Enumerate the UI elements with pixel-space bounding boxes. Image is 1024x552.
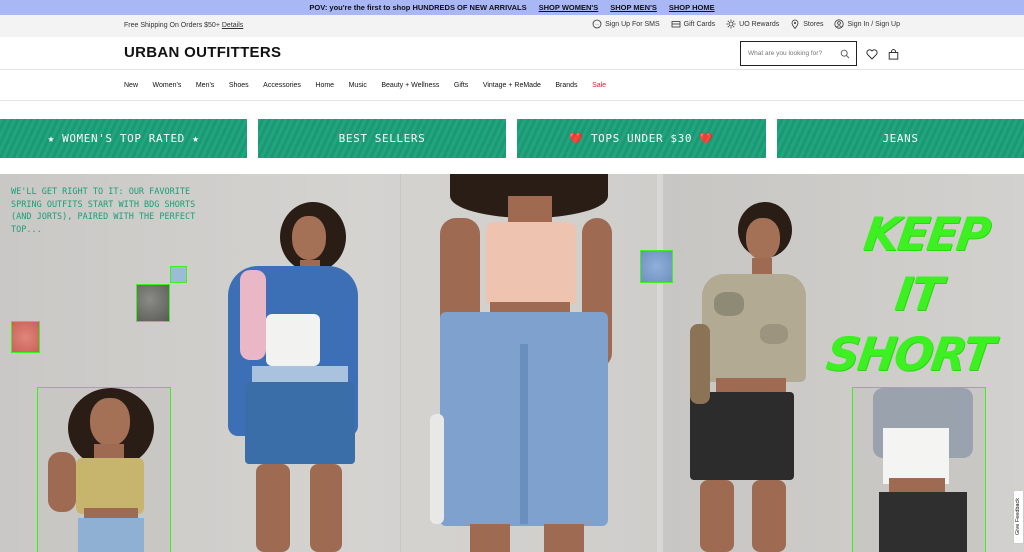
- nav-item-sale[interactable]: Sale: [592, 82, 606, 89]
- nav-item-new[interactable]: New: [124, 82, 138, 89]
- search-icon[interactable]: [840, 49, 850, 61]
- nav-item-home[interactable]: Home: [315, 82, 334, 89]
- swatch-denim: [640, 250, 673, 283]
- inset-image-right[interactable]: [852, 387, 986, 552]
- nav-item-brands[interactable]: Brands: [555, 82, 577, 89]
- shop-womens-link[interactable]: SHOP WOMEN'S: [539, 3, 599, 12]
- gift-cards-link[interactable]: Gift Cards: [671, 19, 715, 29]
- stores-link[interactable]: Stores: [790, 19, 823, 29]
- heart-icon[interactable]: [866, 47, 878, 65]
- swatch-coral: [11, 321, 40, 353]
- swatch-blue-small: [170, 266, 187, 283]
- chat-icon: ···: [592, 19, 602, 29]
- nav-item-beauty[interactable]: Beauty + Wellness: [381, 82, 439, 89]
- tile-best-sellers[interactable]: BEST SELLERS: [258, 119, 506, 158]
- search-input[interactable]: [748, 50, 834, 57]
- hero-banner[interactable]: WE'LL GET RIGHT TO IT: OUR FAVORITE SPRI…: [0, 174, 1024, 552]
- search-box[interactable]: [740, 41, 857, 66]
- utility-bar: Free Shipping On Orders $50+ Details ···…: [0, 15, 1024, 37]
- user-icon: [834, 19, 845, 29]
- nav-item-accessories[interactable]: Accessories: [263, 82, 301, 89]
- swatch-gray: [136, 284, 170, 322]
- keep-it-short-headline: KEEP IT SHORT: [823, 207, 997, 381]
- site-logo[interactable]: URBAN OUTFITTERS: [124, 44, 281, 61]
- inset-image-left[interactable]: [37, 387, 171, 552]
- sign-in-link[interactable]: Sign In / Sign Up: [834, 19, 900, 29]
- shipping-notice: Free Shipping On Orders $50+ Details: [124, 22, 244, 29]
- wall-seam: [400, 174, 401, 552]
- shipping-details-link[interactable]: Details: [222, 22, 243, 29]
- sun-icon: [726, 19, 736, 29]
- tile-womens-top-rated[interactable]: ★ WOMEN'S TOP RATED ★: [0, 119, 247, 158]
- nav-item-shoes[interactable]: Shoes: [229, 82, 249, 89]
- nav-item-womens[interactable]: Women's: [153, 82, 182, 89]
- site-header: URBAN OUTFITTERS: [0, 37, 1024, 70]
- shopping-bag-icon[interactable]: [888, 47, 899, 65]
- main-nav: New Women's Men's Shoes Accessories Home…: [0, 71, 1024, 101]
- sms-signup-link[interactable]: ··· Sign Up For SMS: [592, 19, 660, 29]
- tile-jeans[interactable]: JEANS: [777, 119, 1024, 158]
- promo-bar: POV: you're the first to shop HUNDREDS O…: [0, 0, 1024, 15]
- nav-item-mens[interactable]: Men's: [196, 82, 214, 89]
- nav-item-gifts[interactable]: Gifts: [454, 82, 468, 89]
- rewards-link[interactable]: UO Rewards: [726, 19, 779, 29]
- promo-tiles: ★ WOMEN'S TOP RATED ★ BEST SELLERS ❤️ TO…: [0, 119, 1024, 158]
- panel-divider: [657, 174, 663, 552]
- shop-mens-link[interactable]: SHOP MEN'S: [610, 3, 657, 12]
- location-pin-icon: [790, 19, 800, 29]
- give-feedback-tab[interactable]: Give Feedback: [1013, 490, 1024, 544]
- nav-item-vintage[interactable]: Vintage + ReMade: [483, 82, 541, 89]
- promo-message: POV: you're the first to shop HUNDREDS O…: [309, 3, 527, 12]
- tile-tops-under-30[interactable]: ❤️ TOPS UNDER $30 ❤️: [517, 119, 766, 158]
- gift-card-icon: [671, 19, 681, 29]
- svg-text:···: ···: [596, 22, 599, 26]
- nav-item-music[interactable]: Music: [349, 82, 367, 89]
- hero-intro-text: WE'LL GET RIGHT TO IT: OUR FAVORITE SPRI…: [11, 187, 196, 235]
- shop-home-link[interactable]: SHOP HOME: [669, 3, 715, 12]
